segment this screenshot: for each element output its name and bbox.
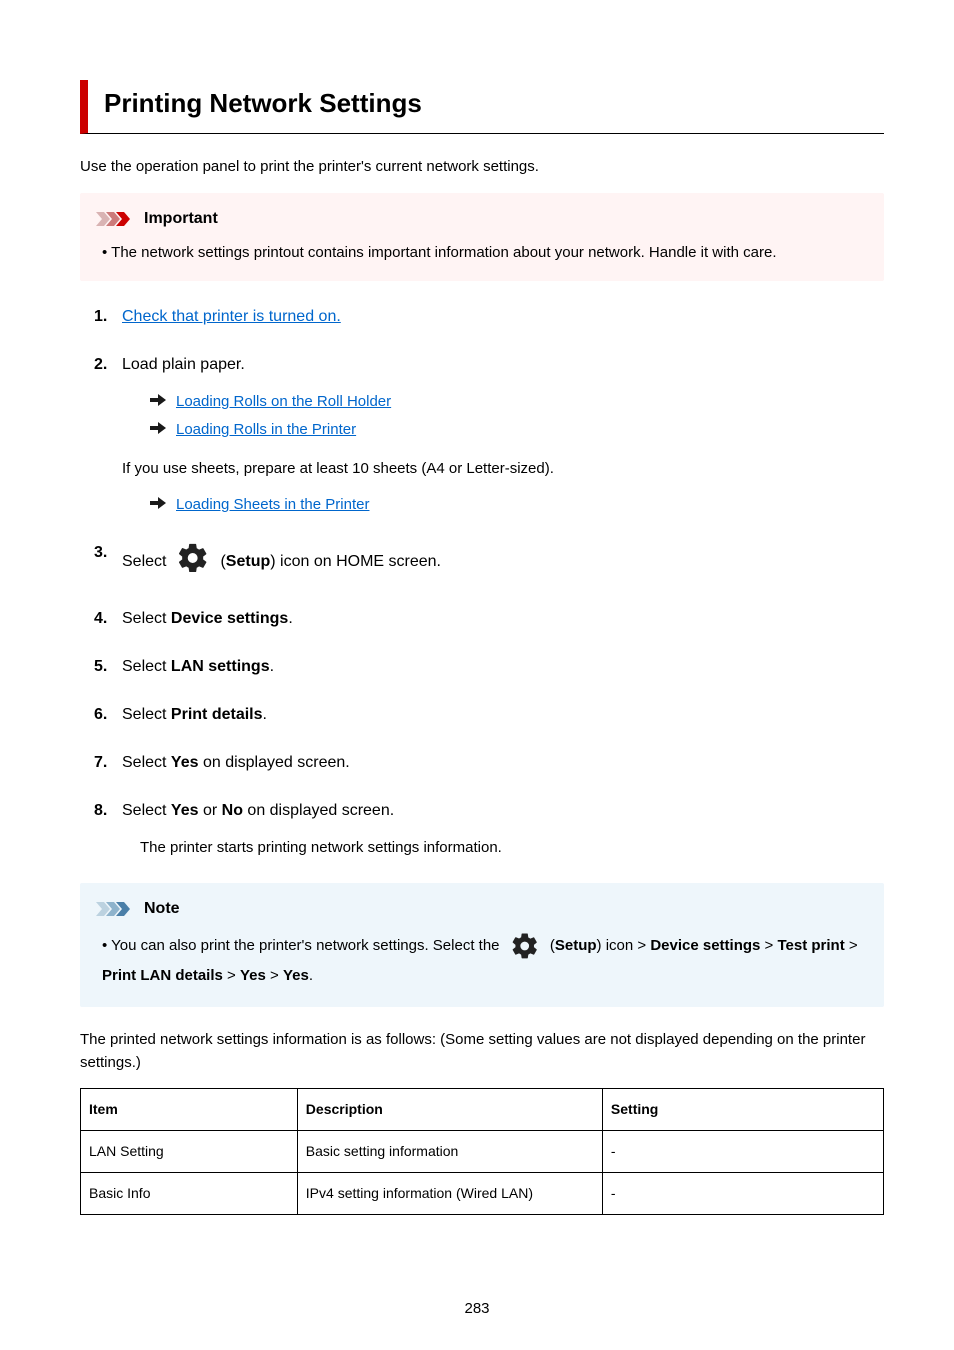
note-end: . [309,967,313,984]
step1-link[interactable]: Check that printer is turned on. [122,308,341,325]
td-item: Basic Info [81,1173,298,1215]
note-setup: Setup [555,937,597,954]
step3-setup: Setup [226,553,270,570]
step-7: Select Yes on displayed screen. [100,751,884,775]
page-title: Printing Network Settings [104,84,884,123]
note-callout: Note You can also print the printer's ne… [80,883,884,1007]
step4-post: . [288,610,292,627]
page-title-bar: Printing Network Settings [80,80,884,134]
intro-text: Use the operation panel to print the pri… [80,156,884,179]
step-6: Select Print details. [100,703,884,727]
step6-post: . [263,706,267,723]
step3-post-close: ) icon on HOME screen. [270,553,441,570]
step7-bold: Yes [171,754,199,771]
note-gt4: > [266,967,283,984]
step-1: Check that printer is turned on. [100,305,884,329]
table-row: LAN Setting Basic setting information - [81,1131,884,1173]
note-b5: Yes [283,967,309,984]
step-4: Select Device settings. [100,607,884,631]
step5-bold: LAN settings [171,658,270,675]
note-b2: Test print [777,937,844,954]
note-gt3: > [223,967,240,984]
note-gt2: > [845,937,858,954]
gear-icon [510,931,540,961]
step-8: Select Yes or No on displayed screen. Th… [100,799,884,860]
settings-table: Item Description Setting LAN Setting Bas… [80,1088,884,1215]
step-3: Select (Setup) icon on HOME screen. [100,541,884,583]
step2-mid: If you use sheets, prepare at least 10 s… [122,458,884,481]
step7-pre: Select [122,754,171,771]
note-label: Note [144,897,180,921]
td-desc: IPv4 setting information (Wired LAN) [297,1173,602,1215]
note-b4: Yes [240,967,266,984]
arrow-icon [150,391,166,414]
td-setting: - [602,1173,883,1215]
step-2: Load plain paper. Loading Rolls on the R… [100,353,884,517]
td-desc: Basic setting information [297,1131,602,1173]
important-label: Important [144,207,218,231]
note-post-close: ) icon > [597,937,651,954]
step8-b2: No [222,802,243,819]
page-number: 283 [0,1298,954,1321]
step3-pre: Select [122,550,166,574]
gear-icon [176,541,210,583]
step2-text: Load plain paper. [122,356,245,373]
note-b3: Print LAN details [102,967,223,984]
important-callout: Important The network settings printout … [80,193,884,281]
arrow-icon [150,494,166,517]
table-header-row: Item Description Setting [81,1089,884,1131]
th-item: Item [81,1089,298,1131]
step6-bold: Print details [171,706,263,723]
step2-link-c[interactable]: Loading Sheets in the Printer [176,494,369,517]
note-b1: Device settings [650,937,760,954]
td-setting: - [602,1131,883,1173]
step5-post: . [270,658,274,675]
step5-pre: Select [122,658,171,675]
step4-bold: Device settings [171,610,288,627]
note-gt1: > [760,937,777,954]
step4-pre: Select [122,610,171,627]
step8-pre: Select [122,802,171,819]
step8-b1: Yes [171,802,199,819]
note-pre: You can also print the printer's network… [111,937,504,954]
th-description: Description [297,1089,602,1131]
important-icon [96,212,138,226]
note-icon [96,902,138,916]
table-row: Basic Info IPv4 setting information (Wir… [81,1173,884,1215]
steps-list: Check that printer is turned on. Load pl… [80,305,884,860]
step8-post: on displayed screen. [243,802,394,819]
step6-pre: Select [122,706,171,723]
td-item: LAN Setting [81,1131,298,1173]
after-note-text: The printed network settings information… [80,1029,884,1074]
step-5: Select LAN settings. [100,655,884,679]
note-bullet: You can also print the printer's network… [102,931,868,991]
th-setting: Setting [602,1089,883,1131]
step2-link-a[interactable]: Loading Rolls on the Roll Holder [176,391,391,414]
step8-sub: The printer starts printing network sett… [140,837,884,860]
important-bullet: The network settings printout contains i… [102,241,868,265]
step2-link-b[interactable]: Loading Rolls in the Printer [176,419,356,442]
step8-mid: or [199,802,222,819]
step7-post: on displayed screen. [199,754,350,771]
arrow-icon [150,419,166,442]
